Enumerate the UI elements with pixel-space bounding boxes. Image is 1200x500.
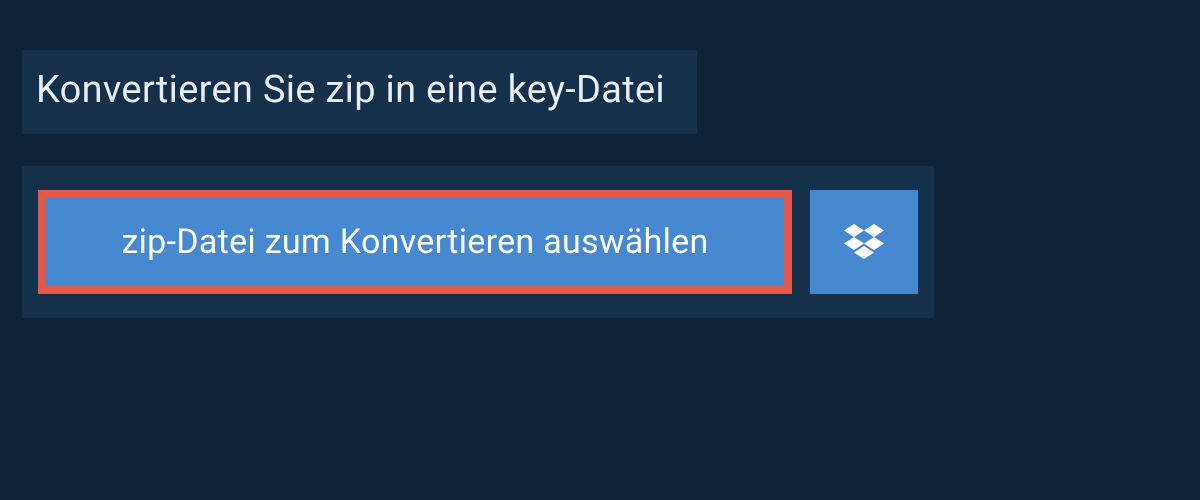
dropbox-button[interactable] (810, 190, 918, 294)
select-file-button[interactable]: zip-Datei zum Konvertieren auswählen (38, 190, 792, 294)
page-title: Konvertieren Sie zip in eine key-Datei (36, 68, 665, 112)
title-tab: Konvertieren Sie zip in eine key-Datei (22, 50, 697, 134)
dropbox-icon (844, 224, 884, 260)
converter-panel: Konvertieren Sie zip in eine key-Datei z… (0, 0, 1200, 318)
button-row: zip-Datei zum Konvertieren auswählen (22, 166, 934, 318)
